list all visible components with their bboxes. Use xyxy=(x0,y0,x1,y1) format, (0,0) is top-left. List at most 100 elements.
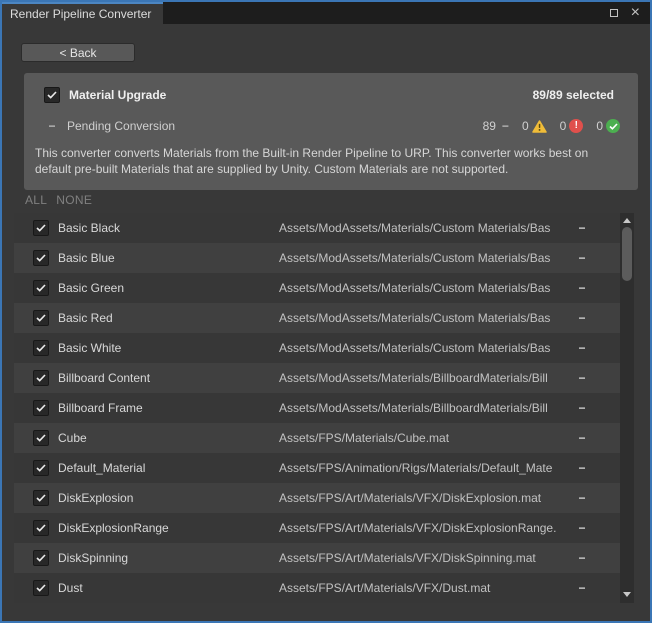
check-icon xyxy=(36,434,46,442)
table-row[interactable]: Basic Green Assets/ModAssets/Materials/C… xyxy=(14,273,620,303)
material-name: Basic White xyxy=(58,341,279,355)
render-pipeline-converter-window: Render Pipeline Converter × < Back Mater… xyxy=(0,0,652,623)
warning-count: 0 xyxy=(522,119,529,133)
table-row[interactable]: DiskSpinning Assets/FPS/Art/Materials/VF… xyxy=(14,543,620,573)
material-name: Billboard Frame xyxy=(58,401,279,415)
success-count: 0 xyxy=(596,119,603,133)
window-body: < Back Material Upgrade 89/89 selected −… xyxy=(2,24,650,621)
check-icon xyxy=(36,524,46,532)
material-path: Assets/FPS/Materials/Cube.mat xyxy=(279,431,575,445)
row-checkbox[interactable] xyxy=(33,460,49,476)
pending-dash-icon: − xyxy=(575,341,589,355)
table-row[interactable]: Basic Red Assets/ModAssets/Materials/Cus… xyxy=(14,303,620,333)
check-icon xyxy=(36,344,46,352)
row-checkbox[interactable] xyxy=(33,220,49,236)
close-icon[interactable]: × xyxy=(631,5,640,21)
pending-label: Pending Conversion xyxy=(67,119,175,133)
material-name: Billboard Content xyxy=(58,371,279,385)
pending-dash-icon: − xyxy=(575,281,589,295)
row-checkbox[interactable] xyxy=(33,280,49,296)
material-path: Assets/FPS/Animation/Rigs/Materials/Defa… xyxy=(279,461,575,475)
scroll-up-arrow[interactable] xyxy=(623,218,631,223)
material-name: Dust xyxy=(58,581,279,595)
error-icon: ! xyxy=(569,119,583,133)
pending-conversion-row: − Pending Conversion 89 − 0 0 ! 0 xyxy=(24,103,638,133)
material-path: Assets/ModAssets/Materials/Custom Materi… xyxy=(279,341,575,355)
selected-count: 89/89 selected xyxy=(533,88,614,102)
row-checkbox[interactable] xyxy=(33,400,49,416)
pending-count: 89 xyxy=(483,119,496,133)
scroll-down-arrow[interactable] xyxy=(623,592,631,597)
table-row[interactable]: DiskExplosion Assets/FPS/Art/Materials/V… xyxy=(14,483,620,513)
pending-dash-icon: − xyxy=(575,521,589,535)
table-row[interactable]: DiskExplosionRange Assets/FPS/Art/Materi… xyxy=(14,513,620,543)
converter-title: Material Upgrade xyxy=(69,88,166,102)
tab-render-pipeline-converter[interactable]: Render Pipeline Converter xyxy=(2,2,163,24)
titlebar-icons: × xyxy=(593,2,650,24)
status-counts: 89 − 0 0 ! 0 xyxy=(483,119,620,133)
row-checkbox[interactable] xyxy=(33,340,49,356)
scrollbar[interactable] xyxy=(620,213,634,603)
material-name: DiskExplosionRange xyxy=(58,521,279,535)
material-upgrade-checkbox[interactable] xyxy=(44,87,60,103)
row-checkbox[interactable] xyxy=(33,550,49,566)
material-name: DiskSpinning xyxy=(58,551,279,565)
material-path: Assets/ModAssets/Materials/BillboardMate… xyxy=(279,371,575,385)
row-checkbox[interactable] xyxy=(33,370,49,386)
check-icon xyxy=(36,314,46,322)
pending-dash-icon: − xyxy=(575,551,589,565)
table-row[interactable]: Basic White Assets/ModAssets/Materials/C… xyxy=(14,333,620,363)
row-checkbox[interactable] xyxy=(33,490,49,506)
row-checkbox[interactable] xyxy=(33,520,49,536)
material-list: Basic Black Assets/ModAssets/Materials/C… xyxy=(14,213,620,603)
material-path: Assets/FPS/Art/Materials/VFX/DiskExplosi… xyxy=(279,491,575,505)
material-name: Basic Green xyxy=(58,281,279,295)
material-path: Assets/FPS/Art/Materials/VFX/Dust.mat xyxy=(279,581,575,595)
material-name: Cube xyxy=(58,431,279,445)
table-row[interactable]: Dust Assets/FPS/Art/Materials/VFX/Dust.m… xyxy=(14,573,620,603)
pending-dash-icon: − xyxy=(575,311,589,325)
back-button[interactable]: < Back xyxy=(21,43,135,62)
check-icon xyxy=(36,554,46,562)
material-name: Basic Red xyxy=(58,311,279,325)
material-path: Assets/FPS/Art/Materials/VFX/DiskExplosi… xyxy=(279,521,575,535)
material-name: DiskExplosion xyxy=(58,491,279,505)
success-icon xyxy=(606,119,620,133)
table-row[interactable]: Basic Blue Assets/ModAssets/Materials/Cu… xyxy=(14,243,620,273)
error-count: 0 xyxy=(560,119,567,133)
check-icon xyxy=(36,494,46,502)
row-checkbox[interactable] xyxy=(33,250,49,266)
pending-dash-icon: − xyxy=(575,371,589,385)
pending-dash-icon: − xyxy=(575,581,589,595)
material-path: Assets/FPS/Art/Materials/VFX/DiskSpinnin… xyxy=(279,551,575,565)
table-row[interactable]: Billboard Frame Assets/ModAssets/Materia… xyxy=(14,393,620,423)
material-path: Assets/ModAssets/Materials/Custom Materi… xyxy=(279,281,575,295)
row-checkbox[interactable] xyxy=(33,430,49,446)
converter-panel: Material Upgrade 89/89 selected − Pendin… xyxy=(24,73,638,190)
pending-count-dash-icon: − xyxy=(502,119,509,133)
pending-dash-icon: − xyxy=(575,461,589,475)
select-all-button[interactable]: ALL xyxy=(25,193,47,207)
pending-dash-icon: − xyxy=(575,251,589,265)
pending-dash-icon: − xyxy=(575,401,589,415)
table-row[interactable]: Default_Material Assets/FPS/Animation/Ri… xyxy=(14,453,620,483)
converter-header-row: Material Upgrade 89/89 selected xyxy=(24,73,638,103)
table-row[interactable]: Basic Black Assets/ModAssets/Materials/C… xyxy=(14,213,620,243)
table-row[interactable]: Cube Assets/FPS/Materials/Cube.mat − xyxy=(14,423,620,453)
pending-dash-icon: − xyxy=(575,221,589,235)
material-path: Assets/ModAssets/Materials/Custom Materi… xyxy=(279,251,575,265)
tab-title: Render Pipeline Converter xyxy=(10,7,151,21)
warning-icon xyxy=(532,120,547,133)
pending-dash-icon: − xyxy=(575,431,589,445)
converter-description: This converter converts Materials from t… xyxy=(24,133,638,177)
material-name: Default_Material xyxy=(58,461,279,475)
scrollbar-thumb[interactable] xyxy=(622,227,632,281)
menu-icon[interactable] xyxy=(593,6,597,20)
select-none-button[interactable]: NONE xyxy=(56,193,92,207)
maximize-icon[interactable] xyxy=(610,9,618,17)
row-checkbox[interactable] xyxy=(33,310,49,326)
pending-dash-icon: − xyxy=(44,119,60,133)
table-row[interactable]: Billboard Content Assets/ModAssets/Mater… xyxy=(14,363,620,393)
check-icon xyxy=(36,254,46,262)
row-checkbox[interactable] xyxy=(33,580,49,596)
